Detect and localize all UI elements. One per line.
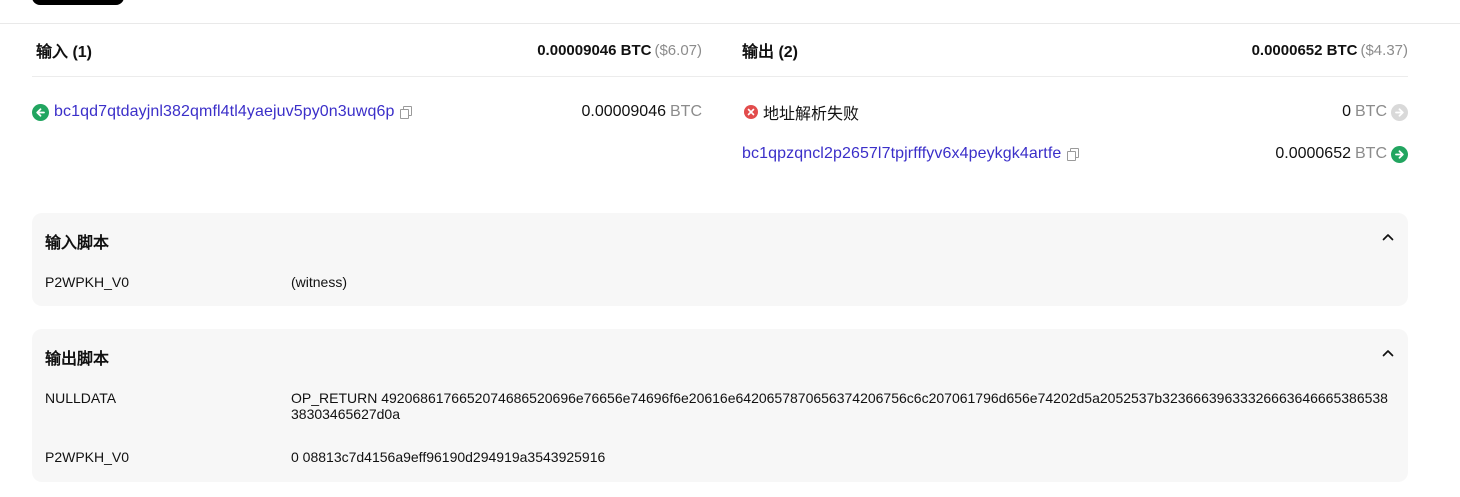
inputs-title: 输入 (1) [36, 44, 93, 61]
script-value: (witness) [291, 274, 348, 290]
input-amount: 0.00009046 BTC [581, 103, 702, 121]
output-amount: 0.0000652 BTC [1275, 145, 1408, 163]
input-address-link[interactable]: bc1qd7qtdayjnl382qmfl4tl4yaejuv5py0n3uwq… [54, 103, 394, 121]
inputs-outputs-section: 输入 (1) 0.00009046 BTC ($6.07) bc1qd7qtday… [32, 24, 1408, 204]
inputs-column: 输入 (1) 0.00009046 BTC ($6.07) bc1qd7qtday… [32, 24, 738, 204]
outputs-total-btc: 0.0000652 BTC [1251, 41, 1358, 59]
input-script-title: 输入脚本 [45, 235, 110, 252]
script-type: P2WPKH_V0 [45, 274, 130, 290]
arrow-right-circle-icon [1391, 103, 1408, 121]
inputs-total-usd: ($6.07) [654, 41, 702, 59]
arrow-right-circle-icon[interactable] [1391, 145, 1408, 163]
error-x-icon [744, 105, 758, 119]
arrow-left-circle-icon[interactable] [32, 103, 49, 121]
copy-icon[interactable] [400, 106, 413, 119]
outputs-column: 输出 (2) 0.0000652 BTC ($4.37) 地址解析失败 0 BTC [738, 24, 1408, 204]
active-tab-indicator [32, 0, 124, 5]
output-amount-unit: BTC [1355, 103, 1387, 120]
address-parse-failed-label: 地址解析失败 [763, 106, 860, 123]
script-value: 0 08813c7d4156a9eff96190d294919a35439259… [291, 449, 606, 465]
input-row: bc1qd7qtdayjnl382qmfl4tl4yaejuv5py0n3uwq… [32, 100, 702, 124]
input-amount-unit: BTC [670, 103, 702, 120]
outputs-total: 0.0000652 BTC ($4.37) [1252, 42, 1408, 59]
inputs-header: 输入 (1) 0.00009046 BTC ($6.07) [32, 24, 738, 77]
output-amount-unit: BTC [1355, 145, 1387, 162]
outputs-title: 输出 (2) [742, 44, 799, 61]
output-error-group: 地址解析失败 [738, 100, 859, 124]
output-address-link[interactable]: bc1qpzqncl2p2657l7tpjrfffyv6x4peykgk4art… [742, 145, 1061, 163]
output-amount: 0 BTC [1342, 103, 1408, 121]
output-script-panel: 输出脚本 NULLDATA OP_RETURN 4920686176652074… [32, 329, 1408, 482]
inputs-total-btc: 0.00009046 BTC [537, 41, 652, 59]
script-type: P2WPKH_V0 [45, 449, 130, 465]
inputs-total: 0.00009046 BTC ($6.07) [537, 42, 702, 59]
chevron-up-icon[interactable] [1382, 349, 1394, 359]
script-type: NULLDATA [45, 390, 117, 406]
copy-icon[interactable] [1067, 148, 1080, 161]
outputs-total-usd: ($4.37) [1360, 41, 1408, 59]
chevron-up-icon[interactable] [1382, 233, 1394, 243]
input-amount-value: 0.00009046 [581, 103, 666, 120]
output-address-group: bc1qpzqncl2p2657l7tpjrfffyv6x4peykgk4art… [738, 145, 1080, 163]
input-script-panel: 输入脚本 P2WPKH_V0 (witness) [32, 213, 1408, 306]
output-row: 地址解析失败 0 BTC [738, 100, 1408, 124]
output-amount-value: 0 [1342, 103, 1351, 120]
output-row: bc1qpzqncl2p2657l7tpjrfffyv6x4peykgk4art… [738, 142, 1408, 166]
input-address-group: bc1qd7qtdayjnl382qmfl4tl4yaejuv5py0n3uwq… [32, 103, 413, 121]
output-amount-value: 0.0000652 [1275, 145, 1351, 162]
outputs-header: 输出 (2) 0.0000652 BTC ($4.37) [738, 24, 1408, 77]
script-value: OP_RETURN 4920686176652074686520696e7665… [291, 390, 1388, 422]
output-script-title: 输出脚本 [45, 351, 110, 368]
